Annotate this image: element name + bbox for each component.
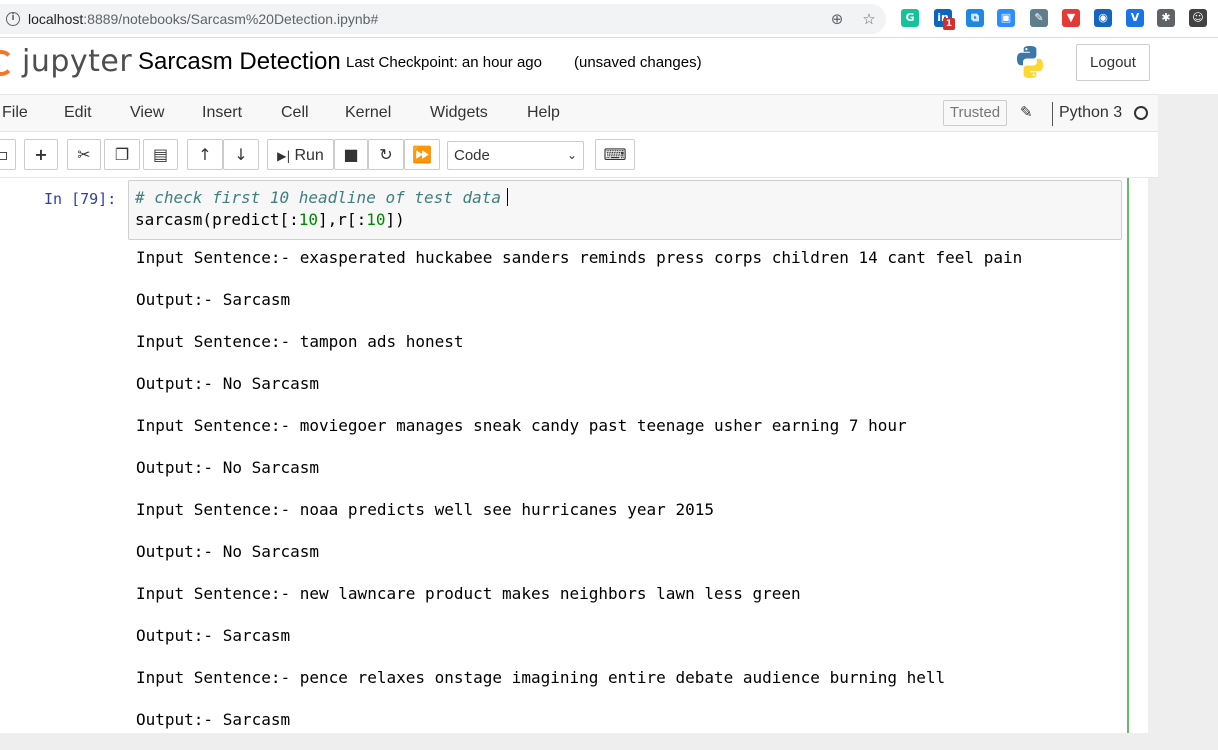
interrupt-button[interactable]: ■ [334,139,368,170]
menu-widgets[interactable]: Widgets [430,104,488,122]
code-line-2[interactable]: sarcasm(predict[:10],r[:10]) [135,210,405,229]
bookmark-star-icon[interactable]: ☆ [860,10,878,28]
site-info-icon[interactable]: i [6,12,20,26]
output-line: Input Sentence:- tampon ads honest [136,332,464,351]
code-number-1: 10 [298,210,319,229]
code-input-area[interactable]: # check first 10 headline of test data s… [128,180,1122,240]
notebook-toolbar: ▫ + ✂ ❐ ▤ ↑ ↓ ▶| Run ■ ↻ ⏩ Code ⌄ ⌨ [0,132,1158,178]
restart-button[interactable]: ↻ [368,139,404,170]
menu-cell[interactable]: Cell [281,104,309,122]
output-line: Output:- No Sarcasm [136,374,320,393]
fast-forward-icon: ⏩ [412,145,432,164]
output-line: Input Sentence:- moviegoer manages sneak… [136,416,907,435]
output-line: Input Sentence:- noaa predicts well see … [136,500,714,519]
text-cursor [507,188,509,206]
python-logo-icon [1017,46,1043,78]
run-button[interactable]: ▶| Run [267,139,334,170]
menu-kernel[interactable]: Kernel [345,104,391,122]
copy-icon: ❐ [114,145,130,164]
output-line: Output:- No Sarcasm [136,542,320,561]
output-line: Input Sentence:- exasperated huckabee sa… [136,248,1023,267]
output-line: Input Sentence:- pence relaxes onstage i… [136,668,946,687]
restart-run-all-button[interactable]: ⏩ [404,139,440,170]
menu-bar: File Edit View Insert Cell Kernel Widget… [0,94,1158,132]
menu-edit[interactable]: Edit [64,104,92,122]
kernel-name[interactable]: Python 3 [1059,104,1122,122]
cell-type-value: Code [454,147,490,164]
output-line: Output:- No Sarcasm [136,458,320,477]
code-line-1[interactable]: # check first 10 headline of test data [135,188,509,207]
code-comment: # check first 10 headline of test data [135,188,502,207]
copy-button[interactable]: ❐ [104,139,140,170]
cell-output: Input Sentence:- exasperated huckabee sa… [136,246,1116,750]
selected-cell-border [1127,178,1129,733]
share-icon[interactable]: ⧉ [966,9,984,27]
save-icon: ▫ [0,145,9,164]
menu-view[interactable]: View [130,104,164,122]
cut-button[interactable]: ✂ [67,139,101,170]
move-down-button[interactable]: ↓ [223,139,259,170]
run-label: Run [294,147,324,164]
command-palette-button[interactable]: ⌨ [595,139,635,170]
linkedin-icon[interactable]: in1 [934,9,955,30]
notebook-title[interactable]: Sarcasm Detection [138,48,341,76]
checkpoint-status: Last Checkpoint: an hour ago [346,54,542,71]
url-field[interactable]: i localhost:8889/notebooks/Sarcasm%20Det… [0,4,886,34]
menu-help[interactable]: Help [527,104,560,122]
jupyter-logo-icon[interactable] [0,50,14,76]
eyedropper-icon[interactable]: ✎ [1030,9,1048,27]
restart-icon: ↻ [379,145,393,164]
grammarly-icon[interactable]: G [901,9,919,27]
arrow-down-icon: ↓ [234,145,248,164]
jupyter-logo-text[interactable]: jupyter [22,44,132,79]
step-forward-icon: ▶| [277,149,291,163]
url-text[interactable]: localhost:8889/notebooks/Sarcasm%20Detec… [28,11,378,27]
kernel-divider [1052,102,1053,126]
puzzle-icon[interactable]: ✱ [1157,9,1175,27]
cell-type-select[interactable]: Code ⌄ [447,141,584,170]
notebook-gutter [1148,178,1218,733]
jupyter-header: jupyter Sarcasm Detection Last Checkpoin… [0,38,1218,94]
logout-button[interactable]: Logout [1076,44,1150,81]
paste-icon: ▤ [152,145,169,164]
code-call-part-1: sarcasm(predict[: [135,210,299,229]
output-line: Output:- Sarcasm [136,290,291,309]
paste-button[interactable]: ▤ [143,139,178,170]
zoom-icon[interactable]: ▣ [997,9,1015,27]
code-call-part-2: ],r[: [318,210,367,229]
autosave-status: (unsaved changes) [574,54,702,71]
download-icon[interactable]: ▼ [1062,9,1080,27]
code-number-2: 10 [366,210,386,229]
input-prompt: In [79]: [44,190,117,208]
vpn-icon[interactable]: V [1126,9,1144,27]
trusted-badge[interactable]: Trusted [943,100,1007,126]
url-host: localhost [28,11,84,27]
menu-insert[interactable]: Insert [202,104,242,122]
save-button[interactable]: ▫ [0,139,16,170]
output-line: Output:- Sarcasm [136,626,291,645]
notification-badge: 1 [943,18,955,30]
zoom-magnifier-icon[interactable]: ⊕ [828,10,846,28]
insert-cell-button[interactable]: + [24,139,58,170]
arrow-up-icon: ↑ [198,145,212,164]
move-up-button[interactable]: ↑ [187,139,223,170]
screen-record-icon[interactable]: ◉ [1094,9,1112,27]
kernel-idle-indicator-icon [1134,106,1148,120]
output-line: Output:- Sarcasm [136,710,291,729]
edit-mode-pencil-icon: ✎ [1020,103,1033,121]
profile-avatar-icon[interactable]: ☺ [1189,9,1207,27]
url-path: :8889/notebooks/Sarcasm%20Detection.ipyn… [83,11,379,27]
code-call-part-3: ]) [385,210,405,229]
plus-icon: + [34,145,48,164]
keyboard-icon: ⌨ [603,145,627,164]
menu-file[interactable]: File [2,104,28,122]
output-line: Input Sentence:- new lawncare product ma… [136,584,801,603]
chevron-down-icon: ⌄ [566,148,577,162]
scissors-icon: ✂ [77,145,91,164]
stop-icon: ■ [343,145,359,164]
browser-address-bar: i localhost:8889/notebooks/Sarcasm%20Det… [0,0,1218,38]
